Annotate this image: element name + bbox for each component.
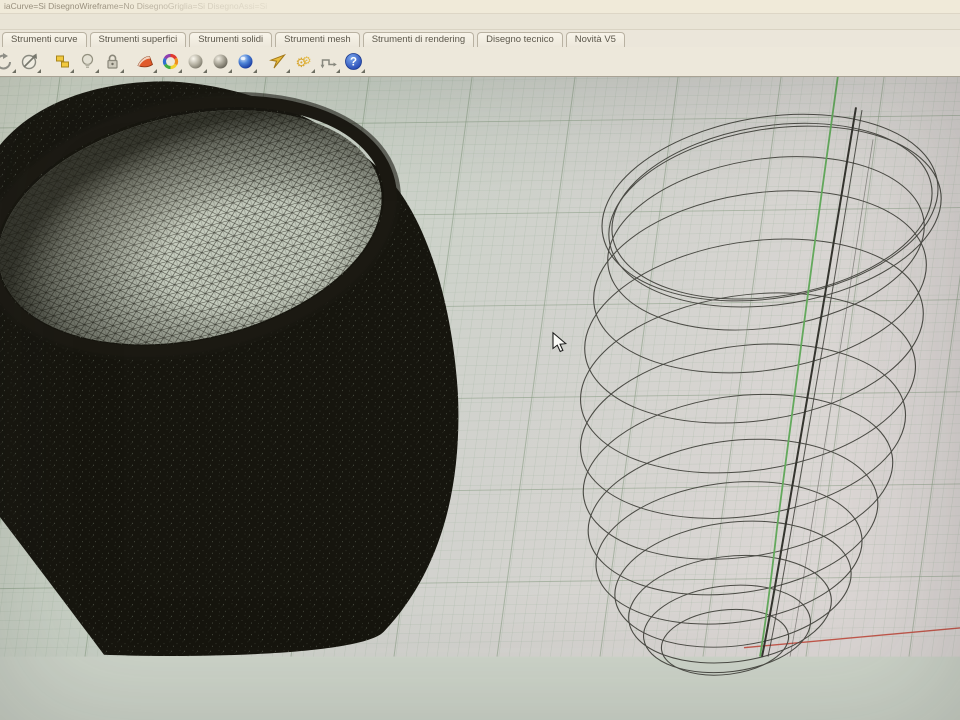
undo-arc-icon[interactable] xyxy=(0,48,17,75)
rhino-window: iaCurve=Si DisegnoWireframe=No DisegnoGr… xyxy=(0,0,960,720)
dropdown-caret xyxy=(37,69,41,73)
tab-novit-v5[interactable]: Novità V5 xyxy=(566,32,625,47)
dropdown-caret xyxy=(153,69,157,73)
svg-text:?: ? xyxy=(350,57,357,69)
dropdown-caret xyxy=(311,69,315,73)
dropdown-caret xyxy=(286,69,290,73)
tab-disegno-tecnico[interactable]: Disegno tecnico xyxy=(477,32,563,47)
history-connector-icon[interactable] xyxy=(316,48,341,75)
pointer-arrow-icon[interactable] xyxy=(266,48,291,75)
padlock-icon[interactable] xyxy=(100,48,125,75)
zoom-circle-arrow-icon[interactable] xyxy=(17,48,42,75)
tab-strumenti-solidi[interactable]: Strumenti solidi xyxy=(189,32,272,47)
dropdown-caret xyxy=(203,69,207,73)
toolbar-tab-strip: Strumenti curveStrumenti superficiStrume… xyxy=(0,30,960,47)
svg-text:⚙: ⚙ xyxy=(302,55,311,67)
command-history-bar: iaCurve=Si DisegnoWireframe=No DisegnoGr… xyxy=(0,0,960,14)
mesh-wineglass-object[interactable] xyxy=(0,77,458,656)
dropdown-caret xyxy=(336,69,340,73)
perspective-viewport[interactable] xyxy=(0,77,960,720)
layer-boxes-icon[interactable] xyxy=(50,48,75,75)
tab-strumenti-mesh[interactable]: Strumenti mesh xyxy=(275,32,360,47)
tab-strumenti-superfici[interactable]: Strumenti superfici xyxy=(90,32,187,47)
shaded-wedge-icon[interactable] xyxy=(133,48,158,75)
gears-icon[interactable]: ⚙⚙ xyxy=(291,48,316,75)
lightbulb-icon[interactable] xyxy=(75,48,100,75)
dropdown-caret xyxy=(361,69,365,73)
sphere-matte-icon[interactable] xyxy=(183,48,208,75)
dropdown-caret xyxy=(253,69,257,73)
dropdown-caret xyxy=(228,69,232,73)
command-history-text: iaCurve=Si DisegnoWireframe=No DisegnoGr… xyxy=(4,0,267,13)
command-input-line[interactable] xyxy=(0,14,960,30)
dropdown-caret xyxy=(95,69,99,73)
dropdown-caret xyxy=(70,69,74,73)
dropdown-caret xyxy=(178,69,182,73)
color-wheel-icon[interactable] xyxy=(158,48,183,75)
sphere-render-icon[interactable] xyxy=(233,48,258,75)
dropdown-caret xyxy=(120,69,124,73)
sphere-metal-icon[interactable] xyxy=(208,48,233,75)
tab-strumenti-di-rendering[interactable]: Strumenti di rendering xyxy=(363,32,474,47)
tab-strumenti-curve[interactable]: Strumenti curve xyxy=(2,32,87,47)
help-icon[interactable]: ? xyxy=(341,48,366,75)
main-toolbar: ⚙⚙? xyxy=(0,47,960,77)
dropdown-caret xyxy=(12,69,16,73)
